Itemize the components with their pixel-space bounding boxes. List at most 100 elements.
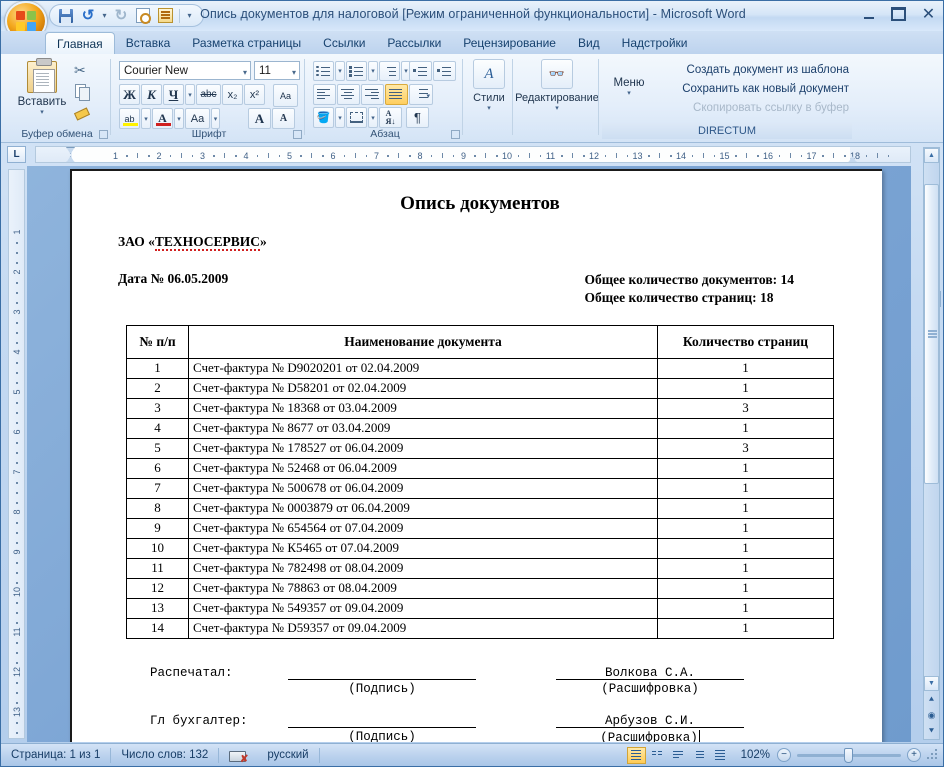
borders-button[interactable]: [346, 107, 367, 128]
scroll-up-button[interactable]: ▲: [924, 148, 939, 163]
tab-page-layout[interactable]: Разметка страницы: [181, 32, 312, 54]
signature-name-value[interactable]: Волкова С.А.: [556, 666, 744, 680]
directum-save-as-new[interactable]: Сохранить как новый документ: [655, 79, 849, 98]
italic-button[interactable]: К: [141, 84, 162, 105]
bullets-dropdown[interactable]: ▾: [335, 61, 345, 81]
font-dialog-launcher[interactable]: [293, 130, 302, 139]
ruler-tick: [648, 155, 650, 157]
signature-line[interactable]: [288, 714, 476, 728]
shading-button[interactable]: 🪣: [313, 107, 334, 128]
word-count[interactable]: Число слов: 132: [111, 744, 218, 767]
vertical-scrollbar[interactable]: ▲ ▼ ⯅ ◉ ⯆: [923, 147, 940, 740]
editing-dropdown-caret[interactable]: ▾: [555, 104, 559, 112]
copy-button[interactable]: [73, 82, 90, 101]
clear-formatting-button[interactable]: Aa: [273, 84, 298, 107]
previous-page-button[interactable]: ⯅: [924, 692, 939, 707]
zoom-out-button[interactable]: −: [777, 748, 791, 762]
horizontal-ruler-row: L 123456789101112131415161718 ▦: [1, 143, 943, 307]
font-color-dropdown[interactable]: ▾: [174, 108, 184, 129]
underline-button[interactable]: Ч: [163, 84, 184, 105]
scrollbar-thumb[interactable]: [924, 184, 939, 484]
multilevel-list-button[interactable]: [379, 61, 400, 81]
minimize-button[interactable]: [858, 5, 879, 23]
bullets-button[interactable]: [313, 61, 334, 81]
language-indicator[interactable]: русский: [257, 744, 318, 767]
superscript-button[interactable]: x²: [244, 84, 265, 105]
editing-button[interactable]: 👓 Редактирование ▾: [515, 55, 599, 121]
highlight-dropdown[interactable]: ▾: [141, 108, 151, 129]
change-case-dropdown[interactable]: ▾: [211, 108, 220, 129]
scroll-down-button[interactable]: ▼: [924, 676, 939, 691]
paragraph-dialog-launcher[interactable]: [451, 130, 460, 139]
view-web-layout-button[interactable]: [669, 747, 688, 764]
horizontal-ruler[interactable]: 1 2 3 4 5 6 7 8 9 10 11 12 13 14 15 16 17 18: [35, 146, 911, 163]
numbering-button[interactable]: [346, 61, 367, 81]
zoom-level[interactable]: 102%: [741, 749, 770, 761]
next-page-button[interactable]: ⯆: [924, 724, 939, 739]
align-justify-button[interactable]: [385, 84, 408, 105]
grow-font-button[interactable]: A: [248, 108, 271, 129]
underline-dropdown[interactable]: ▾: [185, 84, 195, 105]
zoom-slider-thumb[interactable]: [844, 747, 853, 763]
cut-button[interactable]: [73, 62, 90, 79]
increase-indent-button[interactable]: [433, 61, 456, 81]
view-print-layout-button[interactable]: [626, 746, 646, 764]
select-browse-object-small[interactable]: ◉: [924, 708, 939, 723]
subscript-button[interactable]: x₂: [222, 84, 243, 105]
signature-name-value[interactable]: Арбузов С.И.: [556, 714, 744, 728]
clipboard-dialog-launcher[interactable]: [99, 130, 108, 139]
font-name-combo[interactable]: Courier New ▾: [119, 61, 251, 80]
cell-page-count: 1: [657, 417, 834, 439]
view-draft-button[interactable]: [711, 747, 730, 764]
zoom-slider-control[interactable]: − +: [777, 747, 921, 763]
styles-button[interactable]: A Стили ▾: [466, 55, 512, 121]
document-page[interactable]: Опись документов ЗАО «ТЕХНОСЕРВИС» Дата …: [70, 169, 882, 742]
tab-stop-selector[interactable]: L: [7, 146, 26, 163]
directum-menu-caret[interactable]: ▾: [627, 89, 631, 97]
sort-button[interactable]: А Я↓: [379, 107, 402, 128]
zoom-slider-track[interactable]: [797, 747, 901, 763]
directum-create-from-template[interactable]: Создать документ из шаблона: [655, 60, 849, 79]
show-formatting-marks-button[interactable]: ¶: [406, 107, 429, 128]
close-button[interactable]: ✕: [918, 5, 939, 23]
maximize-button[interactable]: [888, 5, 909, 23]
vertical-ruler[interactable]: 1 2 3 4 5 6 7 8 9 10 11 12 13: [8, 169, 25, 739]
resize-grip-icon[interactable]: [927, 749, 939, 761]
tab-review[interactable]: Рецензирование: [452, 32, 567, 54]
styles-dropdown-caret[interactable]: ▾: [487, 104, 491, 112]
highlight-button[interactable]: ab: [119, 108, 140, 129]
change-case-button[interactable]: Aa: [185, 108, 210, 129]
signature-line[interactable]: [288, 666, 476, 680]
spellcheck-status-button[interactable]: [219, 744, 257, 767]
document-viewport[interactable]: Опись документов ЗАО «ТЕХНОСЕРВИС» Дата …: [27, 166, 911, 742]
tab-mailings[interactable]: Рассылки: [376, 32, 452, 54]
shading-dropdown[interactable]: ▾: [335, 107, 345, 128]
strikethrough-button[interactable]: abc: [196, 84, 221, 105]
paste-button[interactable]: Вставить ▾: [13, 58, 71, 123]
font-color-button[interactable]: A: [152, 108, 173, 129]
view-full-screen-reading-button[interactable]: [648, 747, 667, 764]
view-outline-button[interactable]: [690, 747, 709, 764]
line-spacing-button[interactable]: ▾: [409, 84, 433, 105]
shrink-font-button[interactable]: A: [272, 108, 295, 129]
tab-insert[interactable]: Вставка: [115, 32, 182, 54]
borders-dropdown[interactable]: ▾: [368, 107, 378, 128]
page-indicator[interactable]: Страница: 1 из 1: [1, 744, 110, 767]
font-size-combo[interactable]: 11 ▾: [254, 61, 300, 80]
bold-button[interactable]: Ж: [119, 84, 140, 105]
directum-menu-button[interactable]: Меню ▾: [605, 77, 653, 97]
decrease-indent-button[interactable]: [409, 61, 432, 81]
ruler-tick: [16, 292, 18, 294]
zoom-in-button[interactable]: +: [907, 748, 921, 762]
numbering-dropdown[interactable]: ▾: [368, 61, 378, 81]
align-center-button[interactable]: [337, 84, 360, 105]
ruler-tick-label: 13: [632, 151, 643, 161]
align-left-button[interactable]: [313, 84, 336, 105]
tab-view[interactable]: Вид: [567, 32, 611, 54]
format-painter-button[interactable]: [73, 102, 90, 119]
paste-dropdown-caret[interactable]: ▾: [40, 108, 44, 116]
tab-addins[interactable]: Надстройки: [611, 32, 699, 54]
tab-home[interactable]: Главная: [45, 32, 115, 54]
align-right-button[interactable]: [361, 84, 384, 105]
tab-references[interactable]: Ссылки: [312, 32, 376, 54]
